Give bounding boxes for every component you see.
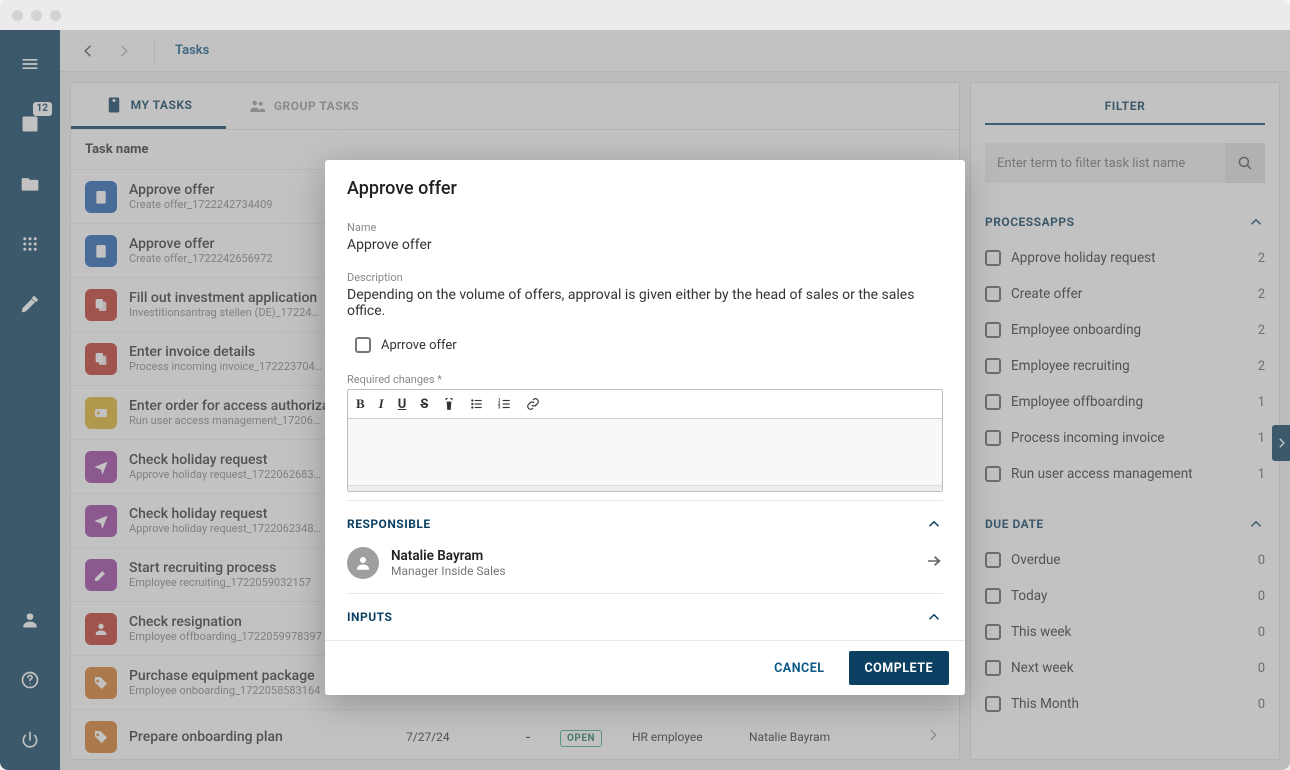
inputs-section-toggle[interactable]: INPUTS xyxy=(347,608,943,626)
rte-italic-button[interactable]: I xyxy=(379,396,384,412)
complete-button[interactable]: COMPLETE xyxy=(849,651,950,685)
dialog-title: Approve offer xyxy=(347,178,943,199)
approve-offer-checkbox[interactable] xyxy=(355,337,371,353)
responsible-avatar xyxy=(347,547,379,579)
rte-bullets-button[interactable] xyxy=(470,396,484,412)
name-value: Approve offer xyxy=(347,237,943,253)
rte-strike-button[interactable]: S xyxy=(420,396,428,412)
description-value: Depending on the volume of offers, appro… xyxy=(347,287,943,319)
svg-text:3: 3 xyxy=(498,405,501,410)
responsible-name: Natalie Bayram xyxy=(391,548,506,564)
rte-numbers-button[interactable]: 123 xyxy=(498,396,512,412)
modal-overlay[interactable]: Approve offer Name Approve offer Descrip… xyxy=(0,30,1290,770)
required-changes-textarea[interactable] xyxy=(348,419,942,485)
required-changes-label: Required changes * xyxy=(347,373,943,386)
browser-chrome xyxy=(0,0,1290,30)
required-changes-editor: B I U S 123 xyxy=(347,389,943,492)
rte-underline-button[interactable]: U xyxy=(398,396,407,412)
responsible-role: Manager Inside Sales xyxy=(391,564,506,578)
cancel-button[interactable]: CANCEL xyxy=(758,651,840,685)
responsible-section-toggle[interactable]: RESPONSIBLE xyxy=(347,515,943,533)
description-label: Description xyxy=(347,271,943,284)
rte-link-button[interactable] xyxy=(526,396,540,412)
name-label: Name xyxy=(347,221,943,234)
forward-button[interactable] xyxy=(925,552,943,574)
rte-clear-button[interactable] xyxy=(442,396,456,412)
approve-offer-dialog: Approve offer Name Approve offer Descrip… xyxy=(325,160,965,695)
rte-bold-button[interactable]: B xyxy=(356,396,365,412)
approve-offer-checkbox-label: Aprrove offer xyxy=(381,338,457,353)
